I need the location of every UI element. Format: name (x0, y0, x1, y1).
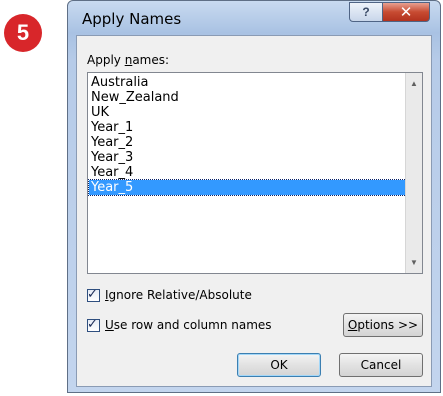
scroll-down-arrow-icon[interactable]: ▼ (406, 254, 422, 271)
checkmark-icon: ✓ (87, 315, 98, 331)
close-button[interactable]: ✕ (382, 2, 430, 22)
title-bar: Apply Names ? ✕ (68, 1, 440, 35)
step-number-badge: 5 (4, 14, 42, 52)
use-row-column-names-option[interactable]: ✓ Use row and column names (87, 315, 272, 332)
apply-names-dialog: Apply Names ? ✕ Apply names: Australia N… (67, 0, 441, 393)
options-button[interactable]: Options >> (343, 313, 423, 337)
ignore-relative-absolute-option[interactable]: ✓ Ignore Relative/Absolute (87, 285, 252, 302)
list-item-uk[interactable]: UK (89, 105, 406, 120)
scroll-up-arrow-icon[interactable]: ▲ (406, 75, 422, 92)
list-item-new-zealand[interactable]: New_Zealand (89, 90, 406, 105)
vertical-scrollbar[interactable]: ▲ ▼ (405, 73, 422, 273)
dialog-title: Apply Names (82, 10, 182, 28)
list-item-year-5[interactable]: Year_5 (88, 179, 407, 196)
list-item-year-2[interactable]: Year_2 (89, 135, 406, 150)
help-button[interactable]: ? (349, 2, 383, 22)
ignore-relative-absolute-label[interactable]: Ignore Relative/Absolute (105, 288, 252, 302)
names-listbox[interactable]: Australia New_Zealand UK Year_1 Year_2 Y… (87, 72, 423, 274)
list-item-australia[interactable]: Australia (89, 75, 406, 90)
list-item-year-4[interactable]: Year_4 (89, 165, 406, 180)
dialog-body: Apply names: Australia New_Zealand UK Ye… (76, 35, 432, 387)
apply-names-label: Apply names: (87, 53, 170, 67)
use-row-column-names-label[interactable]: Use row and column names (105, 318, 272, 332)
ok-button[interactable]: OK (237, 353, 321, 377)
list-item-year-3[interactable]: Year_3 (89, 150, 406, 165)
use-row-column-names-checkbox[interactable]: ✓ (87, 315, 100, 332)
close-icon: ✕ (399, 4, 413, 21)
cancel-button[interactable]: Cancel (339, 353, 423, 377)
list-item-year-1[interactable]: Year_1 (89, 120, 406, 135)
question-mark-icon: ? (362, 5, 370, 19)
checkmark-icon: ✓ (87, 285, 98, 301)
ignore-relative-absolute-checkbox[interactable]: ✓ (87, 285, 100, 302)
